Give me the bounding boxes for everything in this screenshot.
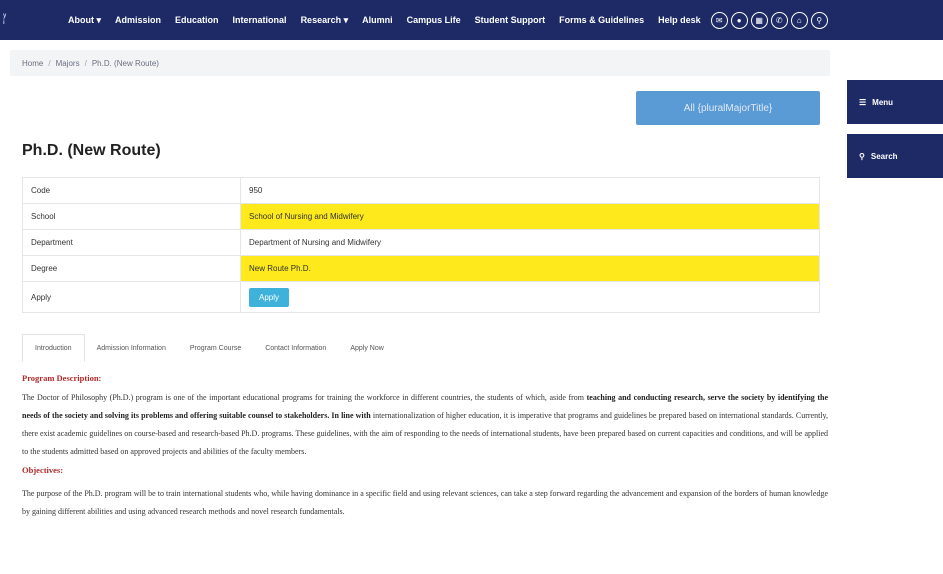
- department-label: Department: [22, 229, 241, 256]
- calendar-icon[interactable]: ▦: [750, 11, 768, 29]
- apply-cell: Apply: [240, 281, 820, 313]
- breadcrumb-separator: /: [84, 58, 87, 68]
- school-label: School: [22, 203, 241, 230]
- degree-label: Degree: [22, 255, 241, 282]
- nav-item-forms-guidelines[interactable]: Forms & Guidelines: [559, 15, 644, 25]
- search-icon[interactable]: ⚲: [810, 11, 828, 29]
- side-menu-label: Menu: [872, 97, 894, 107]
- objectives-heading: Objectives:: [22, 465, 64, 475]
- degree-value: New Route Ph.D.: [240, 255, 820, 282]
- nav-item-help-desk[interactable]: Help desk: [658, 15, 701, 25]
- nav-item-international[interactable]: International: [233, 15, 287, 25]
- site-logo[interactable]: y i: [0, 0, 22, 40]
- tab-admission-information[interactable]: Admission Information: [85, 334, 178, 362]
- breadcrumb-majors[interactable]: Majors: [56, 59, 80, 68]
- breadcrumb-home[interactable]: Home: [22, 59, 43, 68]
- department-value: Department of Nursing and Midwifery: [240, 229, 820, 256]
- tab-program-course[interactable]: Program Course: [178, 334, 253, 362]
- nav-icon-group: ✉ ● ▦ ✆ ⌂ ⚲: [710, 11, 828, 29]
- school-value: School of Nursing and Midwifery: [240, 203, 820, 230]
- hamburger-icon: ☰: [859, 97, 867, 107]
- breadcrumb-current: Ph.D. (New Route): [91, 58, 159, 68]
- side-menu-button[interactable]: ☰ Menu: [847, 80, 943, 124]
- table-row: Department Department of Nursing and Mid…: [22, 229, 820, 256]
- nav-item-campus-life[interactable]: Campus Life: [407, 15, 461, 25]
- side-search-label: Search: [870, 151, 898, 161]
- program-tabs: Introduction Admission Information Progr…: [22, 334, 396, 362]
- all-majors-button[interactable]: All {pluralMajorTitle}: [636, 91, 820, 125]
- table-row: Apply Apply: [22, 281, 820, 313]
- objectives-text: The purpose of the Ph.D. program will be…: [22, 489, 828, 516]
- logo-line-1: y: [3, 13, 7, 19]
- breadcrumb: Home / Majors / Ph.D. (New Route): [10, 50, 830, 76]
- table-row: Code 950: [22, 177, 820, 204]
- code-value: 950: [240, 177, 820, 204]
- code-label: Code: [22, 177, 241, 204]
- top-navbar: y i About ▾ Admission Education Internat…: [0, 0, 943, 40]
- nav-item-research[interactable]: Research ▾: [301, 15, 349, 26]
- table-row: School School of Nursing and Midwifery: [22, 203, 820, 230]
- nav-item-admission[interactable]: Admission: [115, 15, 161, 25]
- tab-contact-information[interactable]: Contact Information: [253, 334, 338, 362]
- tab-apply-now[interactable]: Apply Now: [338, 334, 395, 362]
- logo-line-2: i: [3, 20, 5, 26]
- tab-content: Program Description: The Doctor of Philo…: [22, 373, 828, 521]
- program-description-heading: Program Description:: [22, 373, 102, 383]
- side-search-button[interactable]: ⚲ Search: [847, 134, 943, 178]
- phone-icon[interactable]: ✆: [770, 11, 788, 29]
- nav-item-alumni[interactable]: Alumni: [362, 15, 393, 25]
- breadcrumb-separator: /: [48, 58, 51, 68]
- program-description-text: The Doctor of Philosophy (Ph.D.) program…: [22, 389, 828, 461]
- page-title: Ph.D. (New Route): [22, 142, 161, 159]
- tab-introduction[interactable]: Introduction: [22, 334, 85, 362]
- description-line: The Doctor of Philosophy (Ph.D.) program…: [22, 393, 585, 402]
- table-row: Degree New Route Ph.D.: [22, 255, 820, 282]
- search-icon: ⚲: [859, 151, 865, 161]
- nav-item-student-support[interactable]: Student Support: [475, 15, 546, 25]
- apply-label: Apply: [22, 281, 241, 313]
- user-icon[interactable]: ●: [730, 11, 748, 29]
- nav-item-education[interactable]: Education: [175, 15, 219, 25]
- apply-button[interactable]: Apply: [249, 287, 290, 307]
- nav-item-about[interactable]: About ▾: [68, 15, 101, 26]
- home-icon[interactable]: ⌂: [790, 11, 808, 29]
- envelope-icon[interactable]: ✉: [710, 11, 728, 29]
- program-details-table: Code 950 School School of Nursing and Mi…: [22, 177, 820, 313]
- nav-menu: About ▾ Admission Education Internationa…: [68, 15, 701, 26]
